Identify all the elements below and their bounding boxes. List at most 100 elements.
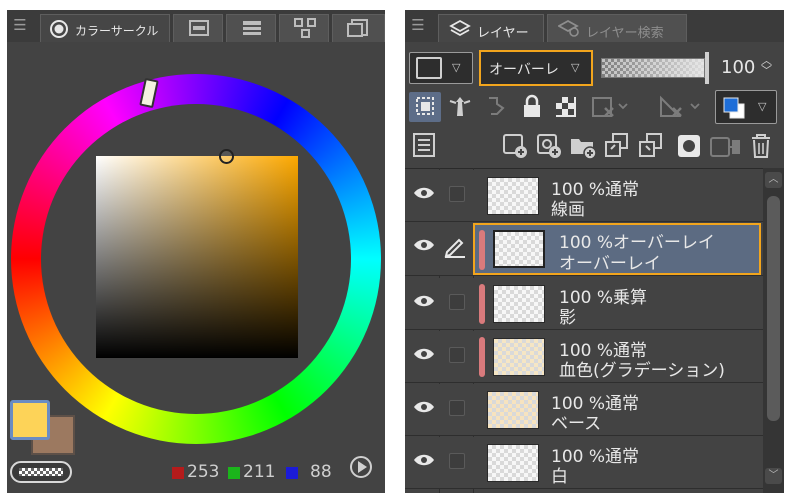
- layer-panel-tabbar: ☰ レイヤー レイヤー検索: [405, 10, 784, 42]
- layer-select-checkbox[interactable]: [449, 294, 465, 310]
- red-value: 253: [187, 462, 220, 482]
- eye-icon[interactable]: [413, 238, 435, 252]
- clip-lower-layer-icon[interactable]: [591, 94, 631, 120]
- opacity-slider[interactable]: [601, 58, 705, 78]
- layer-name: 白: [551, 467, 568, 487]
- scrollbar-thumb[interactable]: [767, 196, 780, 421]
- lighthouse-icon[interactable]: [447, 94, 473, 120]
- eye-icon[interactable]: [413, 400, 435, 414]
- new-vector-layer-icon[interactable]: [535, 132, 563, 160]
- layer-select-checkbox[interactable]: [449, 186, 465, 202]
- clipping-indicator: [479, 284, 485, 324]
- layer-row-selected[interactable]: 100 %オーバーレイ オーバーレイ: [405, 222, 763, 276]
- intermediate-color-icon: [294, 18, 316, 38]
- lock-icon[interactable]: [521, 94, 543, 120]
- layer-thumbnail: [493, 285, 545, 323]
- tab-layer-search-label: レイヤー検索: [586, 26, 664, 41]
- eye-icon[interactable]: [413, 453, 435, 467]
- chevron-down-icon: ▽: [452, 61, 461, 74]
- layer-thumbnail: [487, 444, 539, 482]
- tab-color-slider[interactable]: [173, 14, 223, 42]
- create-mask-icon[interactable]: [675, 132, 703, 160]
- tab-layer[interactable]: レイヤー: [438, 14, 544, 42]
- blue-value: 88: [310, 462, 332, 482]
- layer-row[interactable]: 100 %通常 血色(グラデーション): [405, 331, 763, 383]
- color-circle-panel: ☰ カラーサークル 253 211 88: [7, 10, 385, 493]
- eye-icon[interactable]: [413, 186, 435, 200]
- layer-thumbnail: [487, 391, 539, 429]
- layer-scrollbar[interactable]: ︿ ﹀: [763, 168, 784, 493]
- layer-row[interactable]: 100 %通常 白: [405, 437, 763, 489]
- app-root: ☰ カラーサークル 253 211 88 ☰ レイヤー レイヤー検索 ▽ オーバ…: [0, 0, 793, 494]
- transparent-checker-icon: [19, 468, 63, 476]
- tab-color-set[interactable]: [226, 14, 276, 42]
- tab-approximate-color[interactable]: [332, 14, 385, 42]
- color-set-icon: [243, 21, 261, 35]
- sv-cursor[interactable]: [219, 149, 234, 164]
- new-folder-icon[interactable]: [569, 132, 597, 160]
- color-mode-play-icon[interactable]: [350, 456, 372, 478]
- layer-row[interactable]: 100 %乗算 影: [405, 278, 763, 330]
- tab-color-circle-label: カラーサークル: [75, 24, 159, 38]
- layer-color-change-select[interactable]: ▽: [715, 90, 777, 124]
- tab-layer-label: レイヤー: [477, 26, 529, 41]
- transfer-lower-layer-icon[interactable]: [603, 132, 631, 160]
- layer-row[interactable]: 100 %通常 線画: [405, 170, 763, 222]
- layer-thumbnail: [487, 177, 539, 215]
- layer-select-checkbox[interactable]: [449, 453, 465, 469]
- tab-intermediate-color[interactable]: [279, 14, 329, 42]
- layer-color-select[interactable]: ▽: [409, 52, 473, 84]
- clipping-indicator: [479, 337, 485, 377]
- lock-transparent-icon[interactable]: [553, 94, 579, 120]
- saturation-value-square[interactable]: [96, 156, 298, 358]
- new-raster-layer-icon[interactable]: [501, 132, 529, 160]
- combine-lower-layer-icon[interactable]: [637, 132, 665, 160]
- tab-color-circle[interactable]: カラーサークル: [40, 14, 170, 42]
- chevron-down-icon: ▽: [758, 100, 767, 113]
- layer-select-checkbox[interactable]: [449, 400, 465, 416]
- tab-layer-search[interactable]: レイヤー検索: [547, 14, 687, 42]
- layer-name: 影: [559, 308, 576, 328]
- layer-list: 100 %通常 線画 100 %オーバーレイ オーバーレイ 100 %乗算 影 …: [405, 168, 763, 493]
- blue-channel-icon: [286, 467, 298, 479]
- layer-panel-menu-icon[interactable]: ☰: [405, 10, 431, 42]
- color-panel-tabbar: ☰ カラーサークル: [7, 10, 385, 42]
- layer-name: オーバーレイ: [559, 254, 661, 274]
- main-color-swatch[interactable]: [10, 400, 50, 440]
- layer-row[interactable]: 100 %通常 ベース: [405, 384, 763, 436]
- draft-layer-icon[interactable]: [483, 94, 509, 120]
- blend-mode-select[interactable]: オーバーレ ▽: [479, 50, 593, 86]
- layers-icon: [449, 19, 471, 37]
- layer-select-checkbox[interactable]: [449, 347, 465, 363]
- color-slider-icon: [189, 20, 209, 36]
- opacity-spinner[interactable]: ︿ ﹀: [761, 55, 772, 76]
- transparent-color-toggle[interactable]: [10, 461, 72, 483]
- layer-name: ベース: [551, 414, 602, 434]
- apply-mask-icon[interactable]: [709, 132, 741, 160]
- layer-thumbnail: [493, 338, 545, 376]
- eye-icon[interactable]: [413, 294, 435, 308]
- clipping-indicator: [479, 230, 485, 270]
- chevron-down-icon: ▽: [571, 61, 580, 74]
- opacity-slider-handle[interactable]: [705, 52, 709, 84]
- scroll-down-icon[interactable]: ﹀: [765, 468, 782, 484]
- eye-icon[interactable]: [413, 347, 435, 361]
- layer-property-icon[interactable]: [411, 132, 437, 158]
- green-value: 211: [243, 462, 276, 482]
- blend-mode-label: オーバーレ: [489, 62, 559, 78]
- panel-menu-icon[interactable]: ☰: [7, 10, 33, 42]
- delete-layer-icon[interactable]: [749, 132, 773, 160]
- mask-layer-icon[interactable]: [657, 94, 705, 120]
- opacity-value[interactable]: 100: [721, 57, 755, 78]
- reference-layer-icon: [416, 97, 434, 115]
- draft-layer-toggle[interactable]: [409, 92, 441, 122]
- layer-name: 血色(グラデーション): [559, 361, 725, 381]
- green-channel-icon: [228, 467, 240, 479]
- approximate-color-icon: [347, 19, 368, 37]
- layer-color-icon: [723, 97, 745, 119]
- scroll-up-icon[interactable]: ︿: [765, 172, 782, 188]
- red-channel-icon: [172, 467, 184, 479]
- pen-edit-icon: [444, 238, 465, 258]
- layer-name: 線画: [551, 200, 585, 220]
- circle-record-icon: [50, 20, 68, 38]
